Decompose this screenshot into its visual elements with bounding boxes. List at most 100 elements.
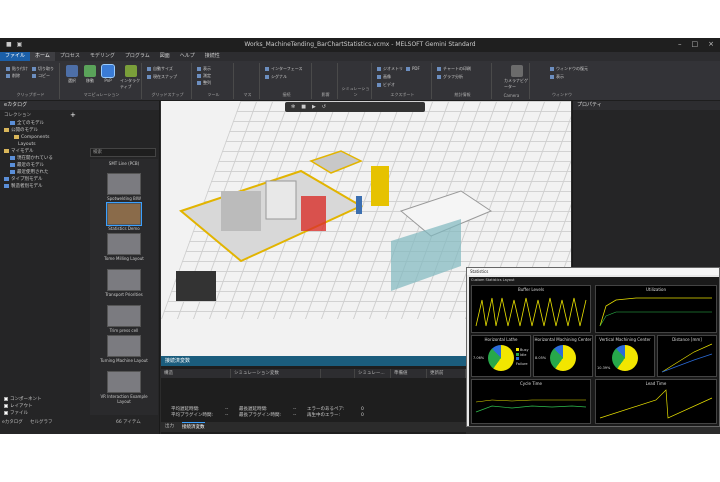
group-label: クリップボード: [16, 92, 45, 97]
group-simulation: シミュレーション: [340, 63, 372, 99]
layout-tab[interactable]: Custom Statistics Layout: [471, 278, 515, 282]
view-dropdown[interactable]: 表示: [550, 74, 564, 80]
close-icon[interactable]: ×: [708, 40, 714, 48]
menu-file[interactable]: ファイル: [0, 52, 31, 61]
catalog-item[interactable]: Trim press cell: [94, 305, 154, 333]
menu-drawing[interactable]: 図面: [155, 52, 175, 61]
column-header[interactable]: 更新前: [427, 369, 466, 378]
group-window: ウィンドウの復元 表示 ウィンドウ: [532, 63, 592, 99]
pie: [612, 345, 638, 371]
statistics-dashboard: Custom Statistics Layout Buffer Levels U…: [469, 277, 719, 426]
menu-modeling[interactable]: モデリング: [85, 52, 120, 61]
menu-help[interactable]: ヘルプ: [175, 52, 200, 61]
forklift: [371, 166, 389, 206]
column-header[interactable]: 構造: [161, 369, 231, 378]
pnp-button[interactable]: PnP: [101, 64, 115, 83]
filter-components[interactable]: コンポーネント: [4, 396, 42, 403]
group-label: 統計情報: [454, 92, 471, 97]
catalog-item[interactable]: Turning Machine Layout: [94, 335, 154, 363]
cut-button[interactable]: 切り取り: [32, 66, 54, 72]
column-header[interactable]: [321, 369, 355, 378]
column-header[interactable]: 準備値: [391, 369, 427, 378]
column-header[interactable]: シミュレー...: [355, 369, 391, 378]
collection-tree: 全てのモデル 公開のモデル Components Layouts マイモデル 現…: [4, 120, 84, 190]
pdf-button[interactable]: PDF: [406, 66, 420, 71]
latency-stats: 平均遅延時間: -- 最長遅延時間: -- エラーのあるペア: 0 平均プラグイン時間: -…: [171, 407, 364, 418]
group-grid-snap: 自動サイズ 現在スナップ グリッドスナップ: [144, 63, 192, 99]
window-controls: – □ ×: [678, 40, 714, 48]
catalog-item[interactable]: Statistics Demo: [94, 202, 154, 231]
measure-button[interactable]: 測定: [197, 73, 211, 79]
group-impact: 影響: [314, 63, 338, 99]
group-clipboard: 貼り付け 削除 切り取り コピー クリップボード: [2, 63, 60, 99]
add-collection-icon[interactable]: +: [70, 111, 76, 119]
paste-button[interactable]: 貼り付け: [6, 66, 28, 72]
align-button[interactable]: 整列: [197, 80, 211, 86]
maximize-icon[interactable]: □: [692, 40, 699, 48]
tree-item[interactable]: 最近のモデル: [4, 162, 84, 169]
filter-files[interactable]: ファイル: [4, 410, 42, 417]
tab-ecatalog[interactable]: eカタログ: [2, 419, 23, 425]
snap-check[interactable]: 現在スナップ: [147, 74, 177, 80]
minimize-icon[interactable]: –: [678, 40, 682, 48]
delete-button[interactable]: 削除: [6, 73, 20, 79]
catalog-item[interactable]: Transport Priorities: [94, 269, 154, 297]
catalog-footer: eカタログ セルグラフ 66 アイテム: [0, 419, 160, 426]
menu-process[interactable]: プロセス: [55, 52, 85, 61]
catalog-item[interactable]: VR Interaction Example Layout: [94, 371, 154, 404]
navigation-cube[interactable]: [176, 271, 216, 301]
tab-connected-variables[interactable]: 接続済変数: [182, 422, 205, 432]
column-header[interactable]: シミュレーション変数: [231, 369, 321, 378]
video-button[interactable]: ビデオ: [377, 82, 395, 88]
ecatalog-panel: eカタログ コレクション + 全てのモデル 公開のモデル Components …: [0, 101, 160, 434]
tree-item[interactable]: 現在開かれている: [4, 155, 84, 162]
signal-button[interactable]: シグナル: [265, 74, 287, 80]
catalog-item[interactable]: SMT Line (PCB): [94, 161, 154, 166]
graph-analysis-button[interactable]: グラフ分析: [437, 74, 463, 80]
restore-window-button[interactable]: ウィンドウの復元: [550, 66, 588, 72]
menu-bar: ファイル ホーム プロセス モデリング プログラム 図面 ヘルプ 接続性: [0, 52, 720, 61]
select-button[interactable]: 選択: [66, 65, 78, 84]
buffer-levels-chart: Buffer Levels: [471, 285, 591, 333]
camera-navigator-button[interactable]: カメラナビゲーター: [504, 65, 529, 90]
group-label: マス: [243, 92, 252, 97]
secondary-fence: [309, 150, 363, 174]
tree-item[interactable]: マイモデル: [4, 148, 84, 155]
interface-button[interactable]: インターフェース: [265, 66, 303, 72]
tree-item[interactable]: 全てのモデル: [4, 120, 84, 127]
catalog-item[interactable]: Spotwelding BIW: [94, 173, 154, 201]
group-label: Camera: [503, 93, 520, 98]
geometry-button[interactable]: ジオメトリ: [377, 66, 403, 72]
show-button[interactable]: 表示: [197, 66, 211, 72]
menu-home[interactable]: ホーム: [30, 52, 55, 61]
filter-layouts[interactable]: レイアウト: [4, 403, 42, 410]
interactive-button[interactable]: インタラクティブ: [120, 65, 141, 90]
tree-item[interactable]: Components: [4, 134, 84, 141]
operator: [356, 196, 362, 214]
image-button[interactable]: 画像: [377, 74, 391, 80]
tree-item[interactable]: 最近使用された: [4, 169, 84, 176]
menu-program[interactable]: プログラム: [120, 52, 155, 61]
tree-item[interactable]: 製造者別モデル: [4, 183, 84, 190]
tree-item[interactable]: タイプ別モデル: [4, 176, 84, 183]
group-label: エクスポート: [390, 92, 415, 97]
catalog-search-input[interactable]: 検索: [90, 148, 156, 157]
group-label: ウィンドウ: [552, 92, 572, 97]
tree-item[interactable]: Layouts: [4, 141, 84, 148]
copy-button[interactable]: コピー: [32, 73, 50, 79]
tree-item[interactable]: 公開のモデル: [4, 127, 84, 134]
tab-output[interactable]: 出力: [165, 422, 174, 432]
move-button[interactable]: 移動: [84, 65, 96, 84]
auto-size-check[interactable]: 自動サイズ: [147, 66, 173, 72]
item-count: 66 アイテム: [116, 420, 141, 425]
group-camera: カメラナビゲーター Camera: [494, 63, 530, 99]
tab-cellgraph[interactable]: セルグラフ: [30, 419, 53, 425]
group-label: マニピュレーション: [83, 92, 120, 97]
move-icon: [84, 65, 96, 77]
group-label: 影響: [321, 92, 330, 97]
menu-connectivity[interactable]: 接続性: [200, 52, 225, 61]
cursor-icon: [66, 65, 78, 77]
print-chart-button[interactable]: チャートの印刷: [437, 66, 471, 72]
catalog-item[interactable]: Tome Milling Layout: [94, 233, 154, 261]
statistics-window[interactable]: Statistics Custom Statistics Layout Buff…: [466, 267, 720, 427]
